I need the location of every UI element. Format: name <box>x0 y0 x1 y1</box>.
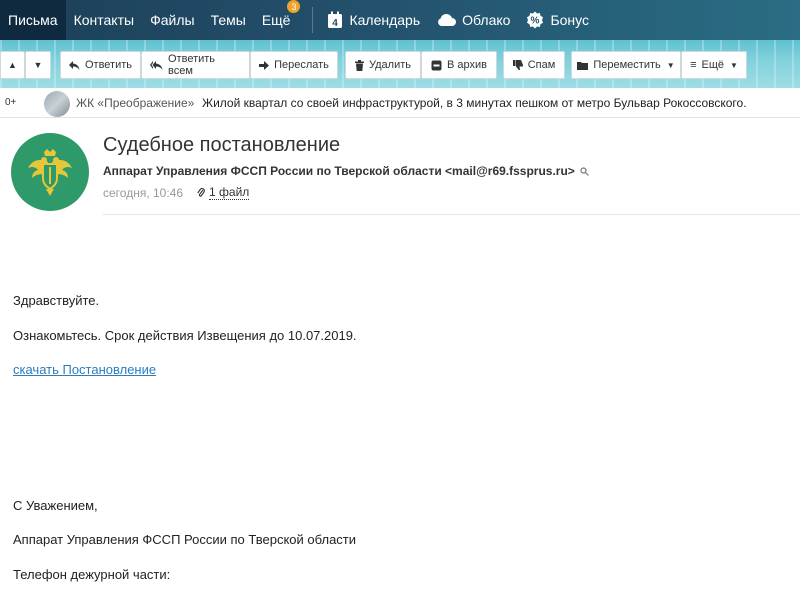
reply-icon <box>68 60 80 70</box>
more-label: Ещё <box>701 59 724 71</box>
nav-contacts[interactable]: Контакты <box>66 0 142 40</box>
nav-calendar[interactable]: 4 Календарь <box>319 0 428 40</box>
header-divider <box>103 214 800 215</box>
ad-banner[interactable]: 0+ ЖК «Преображение» Жилой квартал со св… <box>0 88 800 118</box>
reply-all-button[interactable]: Ответить всем <box>141 51 250 79</box>
nav-files-label: Файлы <box>150 12 195 28</box>
cloud-icon <box>436 13 457 27</box>
message-date: сегодня, 10:46 <box>103 185 184 200</box>
arrow-up-icon: ▲ <box>8 60 17 70</box>
top-navigation: Письма Контакты Файлы Темы Ещё 3 4 Кален… <box>0 0 800 40</box>
paperclip-icon <box>197 187 205 198</box>
nav-cloud-label: Облако <box>462 12 511 28</box>
message-toolbar: ▲ ▼ Ответить Ответить всем Переслать Уда… <box>0 40 800 88</box>
message-subject: Судебное постановление <box>103 134 341 156</box>
archive-button[interactable]: В архив <box>421 51 497 79</box>
nav-files[interactable]: Файлы <box>142 0 202 40</box>
sender-avatar <box>11 133 89 211</box>
message-sender[interactable]: Аппарат Управления ФССП России по Тверск… <box>103 164 589 178</box>
attachments-count: 1 файл <box>209 185 250 200</box>
svg-text:%: % <box>531 16 540 27</box>
more-button[interactable]: ≡ Ещё ▼ <box>681 51 747 79</box>
nav-calendar-label: Календарь <box>349 12 421 28</box>
menu-icon: ≡ <box>690 59 697 71</box>
trash-icon <box>355 59 364 71</box>
nav-cloud[interactable]: Облако <box>428 0 518 40</box>
delete-button[interactable]: Удалить <box>345 51 421 79</box>
archive-label: В архив <box>447 59 487 71</box>
notice-text: Ознакомьтесь. Срок действия Извещения до… <box>13 328 357 343</box>
delete-label: Удалить <box>369 59 411 71</box>
search-icon[interactable] <box>580 166 589 176</box>
reply-button[interactable]: Ответить <box>60 51 141 79</box>
nav-letters[interactable]: Письма <box>0 0 66 40</box>
age-rating: 0+ <box>5 97 17 108</box>
regards-text: С Уважением, <box>13 498 98 513</box>
ad-name: ЖК «Преображение» <box>76 95 195 110</box>
ad-image <box>44 91 70 117</box>
prev-message-button[interactable]: ▲ <box>0 51 25 79</box>
forward-label: Переслать <box>274 59 329 71</box>
nav-themes-label: Темы <box>210 12 246 28</box>
chevron-down-icon: ▼ <box>666 60 675 70</box>
forward-button[interactable]: Переслать <box>250 51 338 79</box>
greeting-text: Здравствуйте. <box>13 293 100 308</box>
thumbs-down-icon <box>512 60 523 70</box>
calendar-icon: 4 <box>327 11 343 29</box>
chevron-down-icon: ▼ <box>730 60 738 70</box>
reply-all-icon <box>150 60 163 70</box>
nav-separator <box>312 7 314 33</box>
download-link[interactable]: скачать Постановление <box>13 362 156 377</box>
spam-button[interactable]: Спам <box>503 51 565 79</box>
attachments-link[interactable]: 1 файл <box>197 185 250 200</box>
nav-themes[interactable]: Темы <box>203 0 254 40</box>
nav-bonus[interactable]: % Бонус <box>518 0 597 40</box>
ad-text: Жилой квартал со своей инфраструктурой, … <box>202 95 747 110</box>
sender-address: Аппарат Управления ФССП России по Тверск… <box>103 164 575 178</box>
arrow-down-icon: ▼ <box>33 60 43 70</box>
next-message-button[interactable]: ▼ <box>25 51 51 79</box>
nav-more-label: Ещё <box>261 12 291 28</box>
signature-org: Аппарат Управления ФССП России по Тверск… <box>13 532 357 547</box>
phone-label: Телефон дежурной части: <box>13 567 171 582</box>
nav-contacts-label: Контакты <box>73 12 135 28</box>
move-button[interactable]: Переместить ▼ <box>571 51 681 79</box>
spam-label: Спам <box>527 59 556 71</box>
reply-all-label: Ответить всем <box>168 53 216 77</box>
notification-badge: 3 <box>287 0 301 13</box>
forward-arrow-icon <box>259 60 270 70</box>
nav-letters-label: Письма <box>8 12 58 28</box>
archive-icon <box>431 60 442 71</box>
folder-icon <box>577 61 589 70</box>
nav-bonus-label: Бонус <box>550 12 590 28</box>
reply-label: Ответить <box>84 59 133 71</box>
nav-more[interactable]: Ещё 3 <box>254 0 301 40</box>
bonus-icon: % <box>526 11 544 29</box>
svg-text:4: 4 <box>333 18 339 29</box>
message-meta: сегодня, 10:46 1 файл <box>103 185 250 200</box>
eagle-emblem-icon <box>28 149 72 196</box>
move-label: Переместить <box>593 59 661 71</box>
